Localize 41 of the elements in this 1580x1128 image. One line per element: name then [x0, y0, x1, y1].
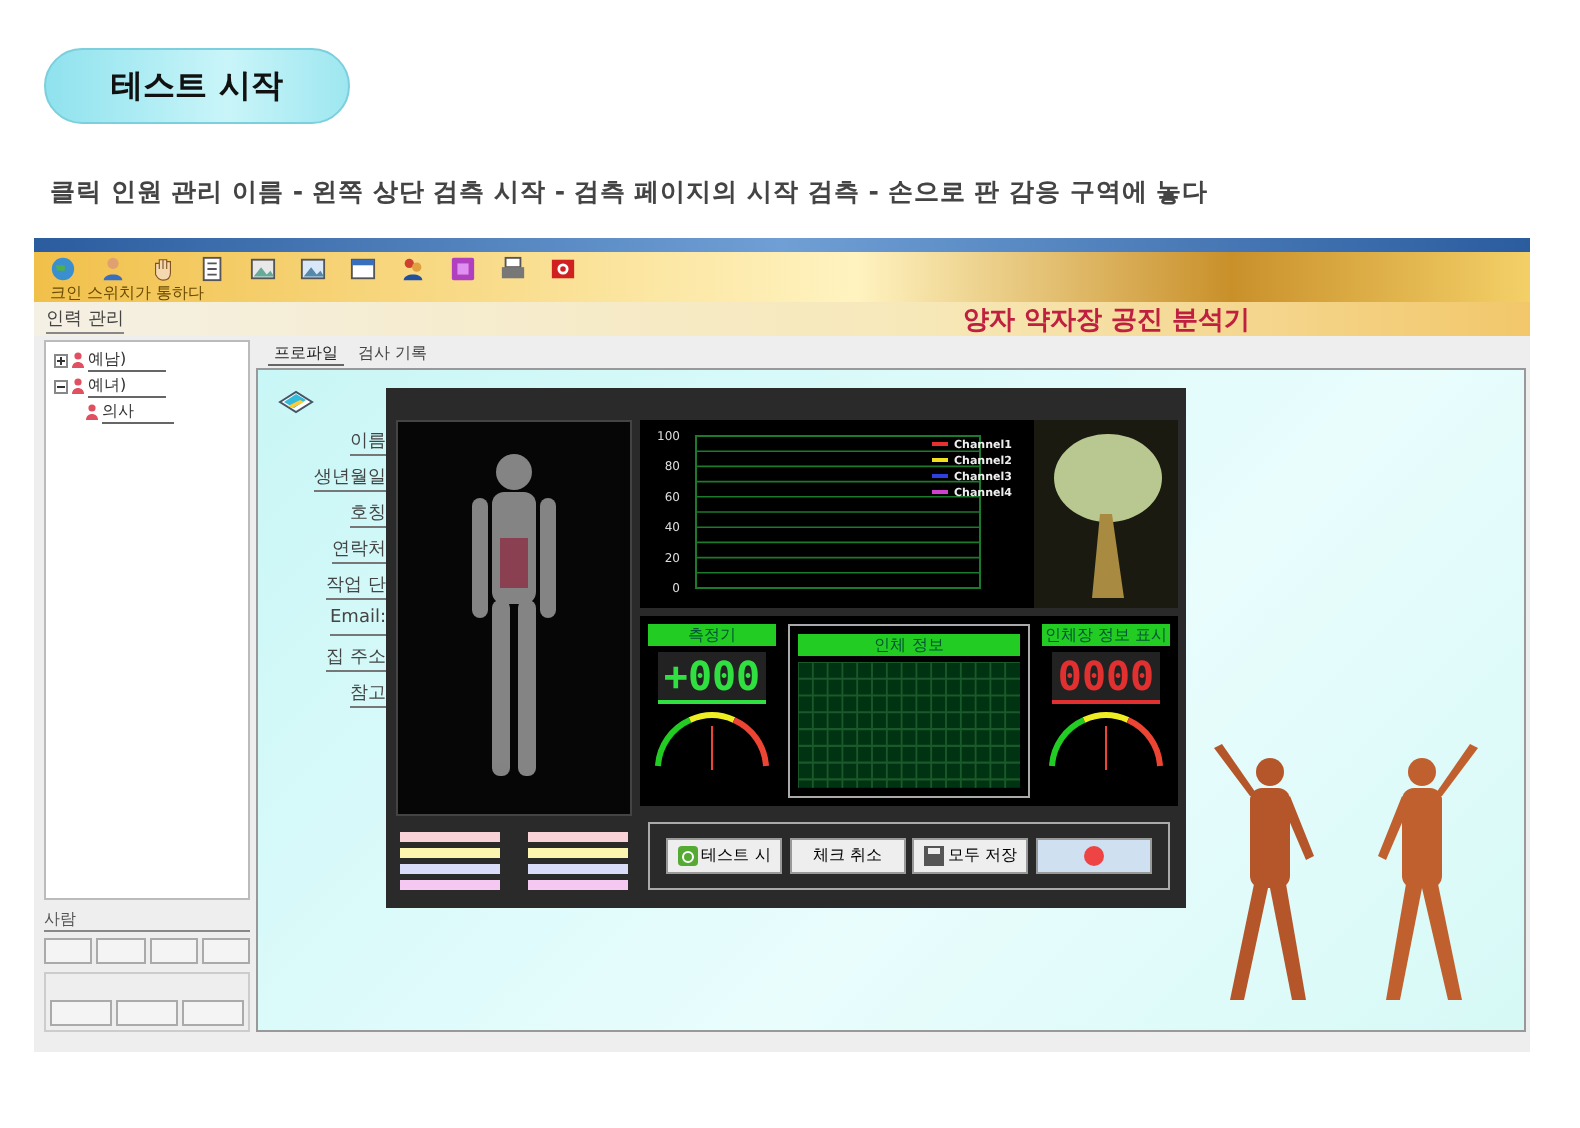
group-label: 사람 — [44, 908, 250, 932]
tab[interactable]: 검사 기록 — [352, 342, 434, 366]
collapse-icon[interactable] — [54, 379, 68, 393]
person-icon — [86, 404, 98, 420]
dialog-button[interactable]: 체크 취소 — [789, 837, 906, 874]
floppy-icon — [924, 845, 945, 866]
app-title: 양자 약자장 공진 분석기 — [962, 303, 1250, 337]
camera-icon[interactable] — [550, 256, 576, 282]
square-icon[interactable] — [450, 256, 476, 282]
dialog-button[interactable]: 모두 저장 — [912, 837, 1029, 874]
dialog-button[interactable] — [1035, 837, 1152, 874]
expand-icon[interactable] — [54, 353, 68, 367]
window-icon[interactable] — [350, 256, 376, 282]
toolbar-caption: 크인 스위치가 통하다 — [50, 282, 205, 304]
printer-icon[interactable] — [500, 256, 526, 282]
section-title: 인력 관리 — [46, 305, 124, 333]
meter-title: 인체장 정보 표시 — [1042, 624, 1170, 646]
person-icon — [72, 352, 84, 368]
tree-item[interactable]: 의사 — [102, 400, 174, 424]
start-test-badge: 테스트 시작 — [44, 48, 350, 124]
picture-icon[interactable] — [250, 256, 276, 282]
panel-title: 인체 정보 — [798, 634, 1020, 656]
digital-readout: 0000 — [1051, 652, 1161, 704]
tab[interactable]: 프로파일 — [268, 342, 344, 366]
dialog-button[interactable]: 테스트 시 — [666, 837, 782, 874]
gauge-drawing — [650, 710, 774, 770]
power-icon — [677, 845, 698, 866]
picture-icon[interactable] — [300, 256, 326, 282]
pencil-paper-icon — [278, 390, 314, 418]
gauge-drawing — [1044, 710, 1168, 770]
person-icon — [72, 378, 84, 394]
digital-readout: +000 — [657, 652, 767, 704]
document-icon[interactable] — [200, 256, 226, 282]
hand-icon[interactable] — [150, 256, 176, 282]
tree-item[interactable]: 예남) — [88, 348, 167, 372]
stop-icon — [1083, 845, 1104, 866]
meter-title: 측정기 — [648, 624, 776, 646]
tree-item[interactable]: 예녀) — [88, 374, 167, 398]
instruction-text: 클릭 인원 관리 이름 - 왼쪽 상단 검측 시작 - 검측 페이지의 시작 검측 - 손으로 판 감응 구역에 놓다 — [50, 176, 1211, 210]
person-icon[interactable] — [100, 256, 126, 282]
people-icon[interactable] — [400, 256, 426, 282]
